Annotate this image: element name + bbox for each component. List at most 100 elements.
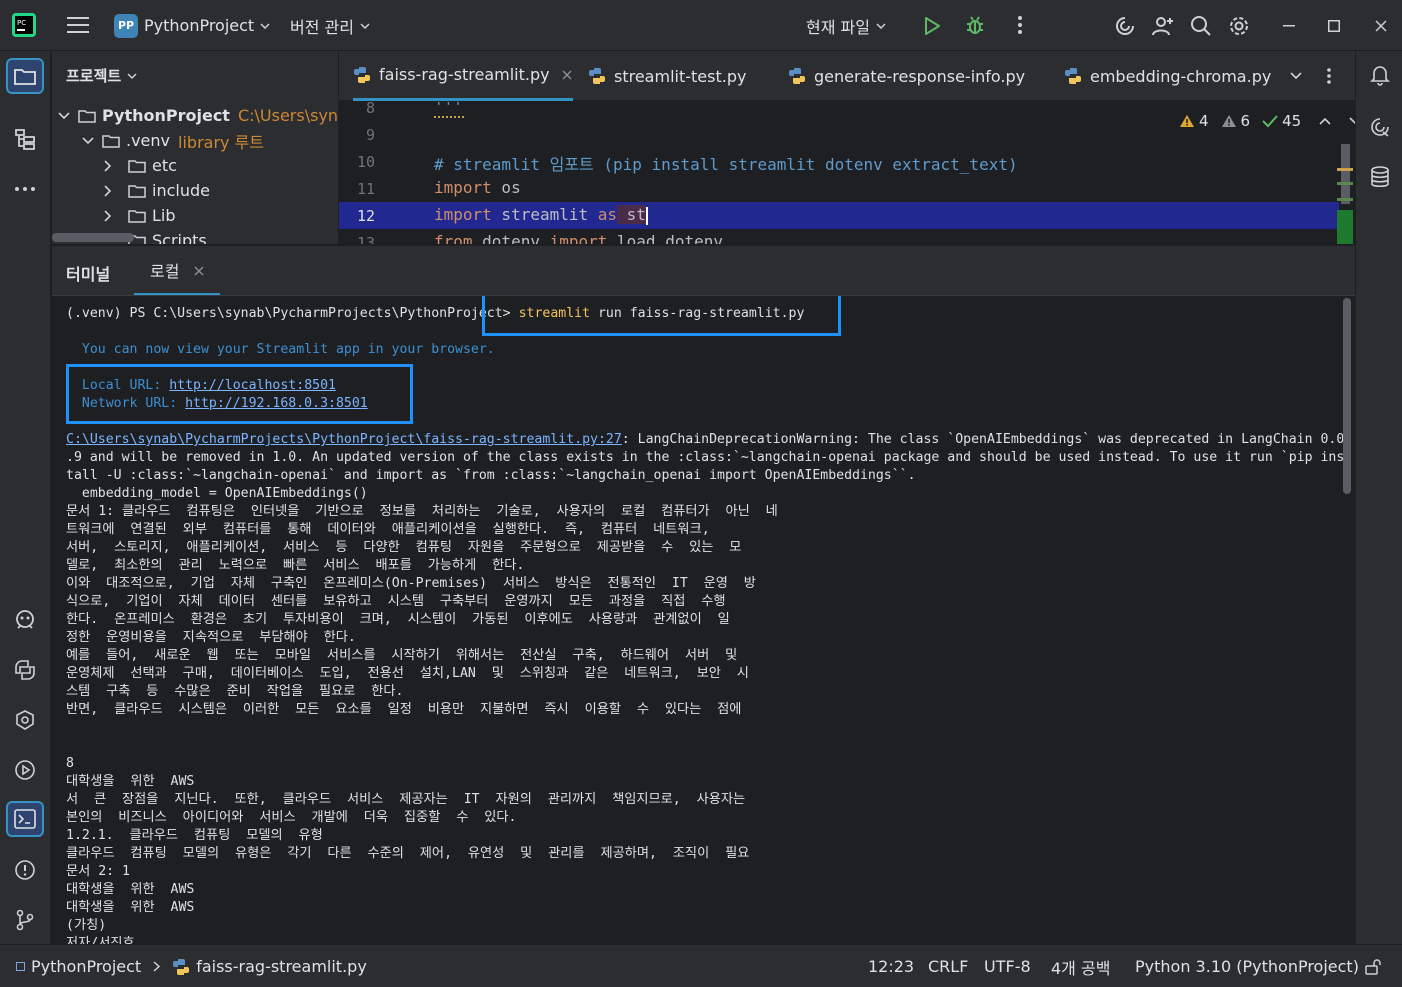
editor-scroll-thumb[interactable] — [1341, 144, 1350, 204]
tab-embedding-chroma[interactable]: embedding-chroma.py — [1064, 51, 1271, 101]
maximize-icon[interactable] — [1321, 13, 1347, 39]
line-number: 8 — [365, 102, 375, 117]
main-menu-icon[interactable] — [66, 13, 90, 37]
tab-more-icon[interactable] — [1318, 65, 1340, 87]
tab-label: faiss-rag-streamlit.py — [379, 65, 550, 84]
close-window-icon[interactable] — [1368, 13, 1394, 39]
source-file-link[interactable]: C:\Users\synab\PycharmProjects\PythonPro… — [66, 432, 622, 447]
run-icon[interactable] — [920, 14, 944, 38]
chevron-down-icon[interactable] — [1349, 117, 1355, 125]
python-file-icon — [588, 67, 606, 85]
terminal-output[interactable]: (.venv) PS C:\Users\synab\PycharmProject… — [52, 295, 1355, 944]
chevron-down-icon — [127, 72, 137, 79]
tab-local-terminal[interactable]: 로컬 — [134, 246, 220, 296]
tree-item-etc[interactable]: etc — [104, 153, 177, 178]
inspections-widget[interactable]: 4 6 45 — [1179, 110, 1355, 132]
horizontal-scrollbar[interactable] — [52, 233, 134, 242]
code-text: os — [491, 178, 521, 197]
tree-item-scripts[interactable]: Scripts — [128, 228, 207, 244]
tab-label: streamlit-test.py — [614, 66, 747, 86]
tab-generate-response-info[interactable]: generate-response-info.py — [788, 51, 1025, 101]
folder-icon — [128, 209, 146, 223]
tabs-dropdown-chevron-icon[interactable] — [1285, 65, 1307, 87]
tab-faiss-rag-streamlit[interactable]: faiss-rag-streamlit.py — [353, 51, 573, 101]
close-tab-icon[interactable] — [562, 70, 572, 80]
services-icon[interactable] — [11, 706, 39, 734]
python-interpreter[interactable]: Python 3.10 (PythonProject) — [1135, 945, 1359, 987]
terminal-line: embedding_model = OpenAIEmbeddings() — [66, 486, 368, 501]
database-icon[interactable] — [1366, 163, 1394, 191]
tree-item-label: Lib — [152, 206, 176, 225]
git-branch-icon[interactable] — [11, 906, 39, 934]
terminal-line: 이와 대조적으로, 기업 자체 구축인 온프레미스(On-Premises) 서… — [66, 576, 756, 591]
terminal-line: 델로, 최소한의 관리 노력으로 빠른 서비스 배포를 가능하게 한다. — [66, 558, 525, 573]
notifications-bell-icon[interactable] — [1366, 61, 1394, 89]
close-tab-icon[interactable] — [192, 264, 206, 278]
ai-assistant-icon[interactable] — [1112, 13, 1138, 39]
problems-icon[interactable] — [11, 856, 39, 884]
terminal-line: 정한 운영비용을 지속적으로 부담해야 한다. — [66, 630, 356, 645]
terminal-line: 문서 2: 1 — [66, 864, 130, 879]
code-editor[interactable]: 8 ''' 9 10 # streamlit 임포트 (pip install … — [339, 102, 1355, 244]
ai-chat-icon[interactable] — [1366, 113, 1394, 141]
terminal-line: 스템 구축 등 수많은 준비 작업을 필요로 한다. — [66, 684, 404, 699]
right-tool-strip — [1355, 51, 1402, 944]
terminal-line: 문서 1: 클라우드 컴퓨팅은 인터넷을 기반으로 정보를 처리하는 기술로, … — [66, 504, 778, 519]
structure-icon[interactable] — [12, 126, 38, 152]
run-tool-icon[interactable] — [11, 756, 39, 784]
project-switcher[interactable]: PP PythonProject — [114, 0, 270, 51]
chevron-down-icon — [82, 136, 102, 145]
python-file-icon — [172, 958, 190, 976]
minimize-icon[interactable] — [1276, 13, 1302, 39]
search-icon[interactable] — [1188, 13, 1214, 39]
more-actions-icon[interactable] — [1008, 13, 1032, 37]
status-bar: PythonProject faiss-rag-streamlit.py 12:… — [0, 944, 1402, 987]
tree-item-include[interactable]: include — [104, 178, 210, 203]
keyword: import — [434, 205, 492, 224]
folder-icon — [102, 134, 120, 148]
warning-text: : LangChainDeprecationWarning: The class… — [621, 432, 1345, 447]
more-tools-icon[interactable] — [12, 176, 38, 202]
terminal-scrollbar[interactable] — [1341, 296, 1353, 496]
tree-item-lib[interactable]: Lib — [104, 203, 176, 228]
terminal-line: 트워크에 연결된 외부 컴퓨터를 통해 데이터와 애플리케이션을 실행한다. 즉… — [66, 522, 710, 537]
python-file-icon — [788, 67, 806, 85]
debug-icon[interactable] — [963, 13, 987, 37]
add-user-icon[interactable] — [1150, 13, 1176, 39]
project-panel-header[interactable]: 프로젝트 — [66, 65, 137, 86]
editor-error-stripe[interactable] — [1337, 140, 1353, 244]
pycharm-logo-icon[interactable]: PC — [12, 13, 36, 37]
tree-item-label: Scripts — [152, 231, 207, 244]
terminal-icon[interactable] — [6, 801, 44, 837]
settings-gear-icon[interactable] — [1226, 13, 1252, 39]
caret-position[interactable]: 12:23 — [868, 945, 914, 987]
vcs-menu[interactable]: 버전 관리 — [290, 0, 370, 51]
terminal-scroll-thumb[interactable] — [1343, 298, 1351, 494]
tab-label: embedding-chroma.py — [1090, 66, 1272, 86]
chevron-down-icon — [876, 22, 886, 29]
root-folder-path: C:\Users\synab\Pyc — [237, 106, 338, 125]
chevron-up-icon[interactable] — [1319, 117, 1331, 125]
warning-count: 4 — [1199, 112, 1209, 130]
tree-root[interactable]: PythonProject C:\Users\synab\Pyc — [58, 103, 338, 128]
breadcrumb-project[interactable]: PythonProject — [31, 957, 141, 976]
python-packages-icon[interactable] — [11, 606, 39, 634]
run-config-selector[interactable]: 현재 파일 — [806, 0, 886, 51]
change-marker — [1337, 210, 1353, 244]
file-encoding[interactable]: UTF-8 — [984, 945, 1031, 987]
chevron-right-icon — [153, 961, 161, 972]
indent-setting[interactable]: 4개 공백 — [1051, 945, 1110, 987]
project-folder-icon[interactable] — [6, 58, 44, 94]
python-console-icon[interactable] — [11, 656, 39, 684]
tree-item-venv[interactable]: .venv library 루트 — [82, 128, 264, 153]
python-file-icon — [353, 66, 371, 84]
breadcrumb-file[interactable]: faiss-rag-streamlit.py — [196, 957, 367, 976]
line-number: 10 — [356, 153, 375, 171]
line-separator[interactable]: CRLF — [928, 945, 968, 987]
project-panel: 프로젝트 PythonProject C:\Users\synab\Pyc .v… — [52, 51, 338, 244]
tab-streamlit-test[interactable]: streamlit-test.py — [588, 51, 746, 101]
terminal-line: 8 — [66, 756, 74, 771]
run-config-label: 현재 파일 — [806, 17, 870, 37]
unlock-icon[interactable] — [1362, 956, 1384, 978]
tree-item-label: include — [152, 181, 210, 200]
